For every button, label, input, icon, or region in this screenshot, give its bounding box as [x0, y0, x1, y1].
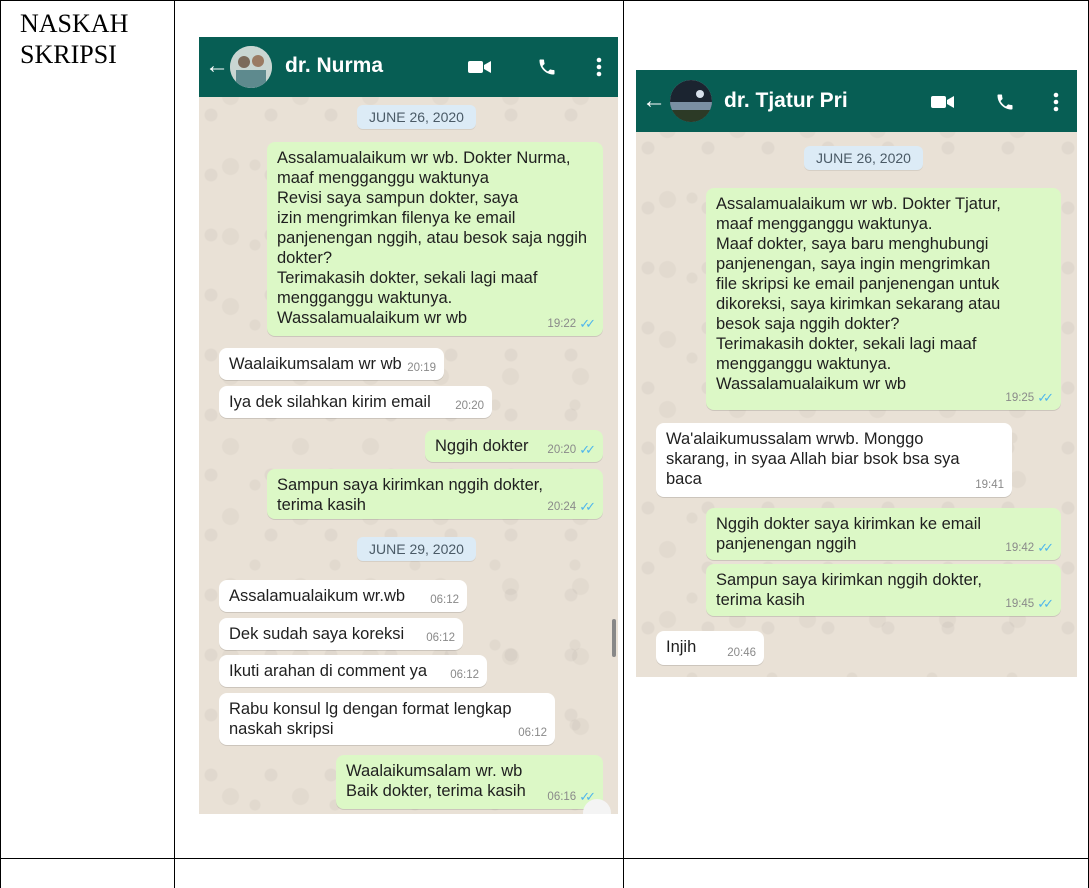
- chat-header: ← dr. Tjatur Pri: [636, 70, 1077, 132]
- message-text: Rabu konsul lg dengan format lengkap nas…: [229, 700, 512, 738]
- message-text: Iya dek silahkan kirim email: [229, 393, 431, 411]
- message-meta: 06:12: [426, 631, 455, 645]
- message-text: Assalamualaikum wr wb. Dokter Nurma, maa…: [277, 149, 588, 327]
- naskah-skripsi-label: NASKAH SKRIPSI: [20, 9, 129, 69]
- message-meta: 20:19: [407, 361, 436, 375]
- message-time: 19:41: [975, 479, 1004, 491]
- message-time: 19:22: [547, 318, 577, 330]
- message-time: 20:19: [407, 362, 436, 374]
- table-column-divider-2: [623, 0, 624, 888]
- table-border-left: [0, 0, 1, 888]
- message-bubble[interactable]: Injih 20:46: [656, 631, 764, 665]
- message-meta: 19:45 ✓✓: [1005, 596, 1054, 611]
- double-check-icon: ✓✓: [579, 442, 596, 457]
- more-vert-icon[interactable]: [1041, 87, 1071, 117]
- message-meta: 06:12: [430, 593, 459, 607]
- back-arrow-icon[interactable]: ←: [205, 51, 229, 81]
- table-border-top: [0, 0, 1089, 1]
- double-check-icon: ✓✓: [1037, 540, 1054, 555]
- message-bubble[interactable]: Sampun saya kirimkan nggih dokter, terim…: [706, 564, 1061, 616]
- double-check-icon: ✓✓: [579, 316, 596, 331]
- back-arrow-icon[interactable]: ←: [642, 86, 666, 116]
- right-chat-screenshot: ← dr. Tjatur Pri JUNE 26, 2020 Assalamua…: [636, 70, 1077, 677]
- message-text: Sampun saya kirimkan nggih dokter, terim…: [277, 476, 543, 514]
- contact-name[interactable]: dr. Tjatur Pri: [724, 88, 848, 114]
- video-call-icon[interactable]: [465, 52, 495, 82]
- message-meta: 20:46: [727, 646, 756, 660]
- contact-name[interactable]: dr. Nurma: [285, 53, 383, 79]
- message-text: Nggih dokter saya kirimkan ke email panj…: [716, 515, 982, 553]
- double-check-icon: ✓✓: [579, 499, 596, 514]
- message-bubble[interactable]: Sampun saya kirimkan nggih dokter, terim…: [267, 469, 603, 519]
- message-bubble[interactable]: Assalamualaikum wr wb. Dokter Tjatur, ma…: [706, 188, 1061, 410]
- message-time: 06:12: [518, 727, 547, 739]
- message-meta: 19:41: [975, 478, 1004, 492]
- message-time: 06:12: [426, 632, 455, 644]
- message-time: 20:24: [547, 501, 577, 513]
- phone-call-icon[interactable]: [990, 87, 1020, 117]
- left-chat-screenshot: ← dr. Nurma JUNE 26, 2020 Assalamualaiku…: [199, 37, 618, 814]
- date-chip: JUNE 26, 2020: [357, 105, 476, 129]
- message-time: 06:16: [547, 791, 577, 803]
- message-time: 06:12: [430, 594, 459, 606]
- message-text: Assalamualaikum wr.wb: [229, 587, 406, 605]
- more-vert-icon[interactable]: [584, 52, 614, 82]
- table-column-divider-1: [174, 0, 175, 888]
- message-text: Ikuti arahan di comment ya: [229, 662, 428, 680]
- message-bubble[interactable]: Ikuti arahan di comment ya 06:12: [219, 655, 487, 687]
- video-call-icon[interactable]: [928, 87, 958, 117]
- date-chip: JUNE 29, 2020: [357, 537, 476, 561]
- message-meta: 20:24 ✓✓: [547, 499, 596, 514]
- chat-header: ← dr. Nurma: [199, 37, 618, 97]
- message-bubble[interactable]: Assalamualaikum wr.wb 06:12: [219, 580, 467, 612]
- message-bubble[interactable]: Dek sudah saya koreksi 06:12: [219, 618, 463, 650]
- message-bubble[interactable]: Waalaikumsalam wr. wb Baik dokter, terim…: [336, 755, 603, 809]
- message-text: Waalaikumsalam wr wb: [229, 355, 402, 373]
- message-bubble[interactable]: Nggih dokter saya kirimkan ke email panj…: [706, 508, 1061, 560]
- message-text: Sampun saya kirimkan nggih dokter, terim…: [716, 571, 982, 609]
- message-meta: 19:22 ✓✓: [547, 316, 596, 331]
- message-time: 19:42: [1005, 542, 1035, 554]
- message-time: 06:12: [450, 669, 479, 681]
- message-text: Assalamualaikum wr wb. Dokter Tjatur, ma…: [716, 195, 1001, 393]
- message-bubble[interactable]: Rabu konsul lg dengan format lengkap nas…: [219, 693, 555, 745]
- double-check-icon: ✓✓: [1037, 596, 1054, 611]
- message-time: 20:20: [547, 444, 577, 456]
- message-bubble[interactable]: Iya dek silahkan kirim email 20:20: [219, 386, 492, 418]
- table-row-divider: [0, 858, 1089, 859]
- message-meta: 06:12: [450, 668, 479, 682]
- message-text: Dek sudah saya koreksi: [229, 625, 405, 643]
- message-meta: 19:42 ✓✓: [1005, 540, 1054, 555]
- message-meta: 19:25 ✓✓: [1005, 390, 1054, 405]
- message-meta: 06:12: [518, 726, 547, 740]
- message-time: 20:46: [727, 647, 756, 659]
- message-bubble[interactable]: Waalaikumsalam wr wb 20:19: [219, 348, 444, 380]
- phone-call-icon[interactable]: [532, 52, 562, 82]
- message-time: 20:20: [455, 400, 484, 412]
- message-text: Wa'alaikumussalam wrwb. Monggo skarang, …: [666, 430, 960, 488]
- double-check-icon: ✓✓: [1037, 390, 1054, 405]
- message-bubble[interactable]: Nggih dokter 20:20 ✓✓: [425, 430, 603, 462]
- message-time: 19:25: [1005, 392, 1035, 404]
- message-meta: 20:20: [455, 399, 484, 413]
- message-time: 19:45: [1005, 598, 1035, 610]
- message-bubble[interactable]: Assalamualaikum wr wb. Dokter Nurma, maa…: [267, 142, 603, 336]
- avatar[interactable]: [230, 46, 272, 88]
- scrollbar[interactable]: [612, 619, 616, 657]
- message-bubble[interactable]: Wa'alaikumussalam wrwb. Monggo skarang, …: [656, 423, 1012, 497]
- avatar[interactable]: [670, 80, 712, 122]
- date-chip: JUNE 26, 2020: [804, 146, 923, 170]
- message-meta: 20:20 ✓✓: [547, 442, 596, 457]
